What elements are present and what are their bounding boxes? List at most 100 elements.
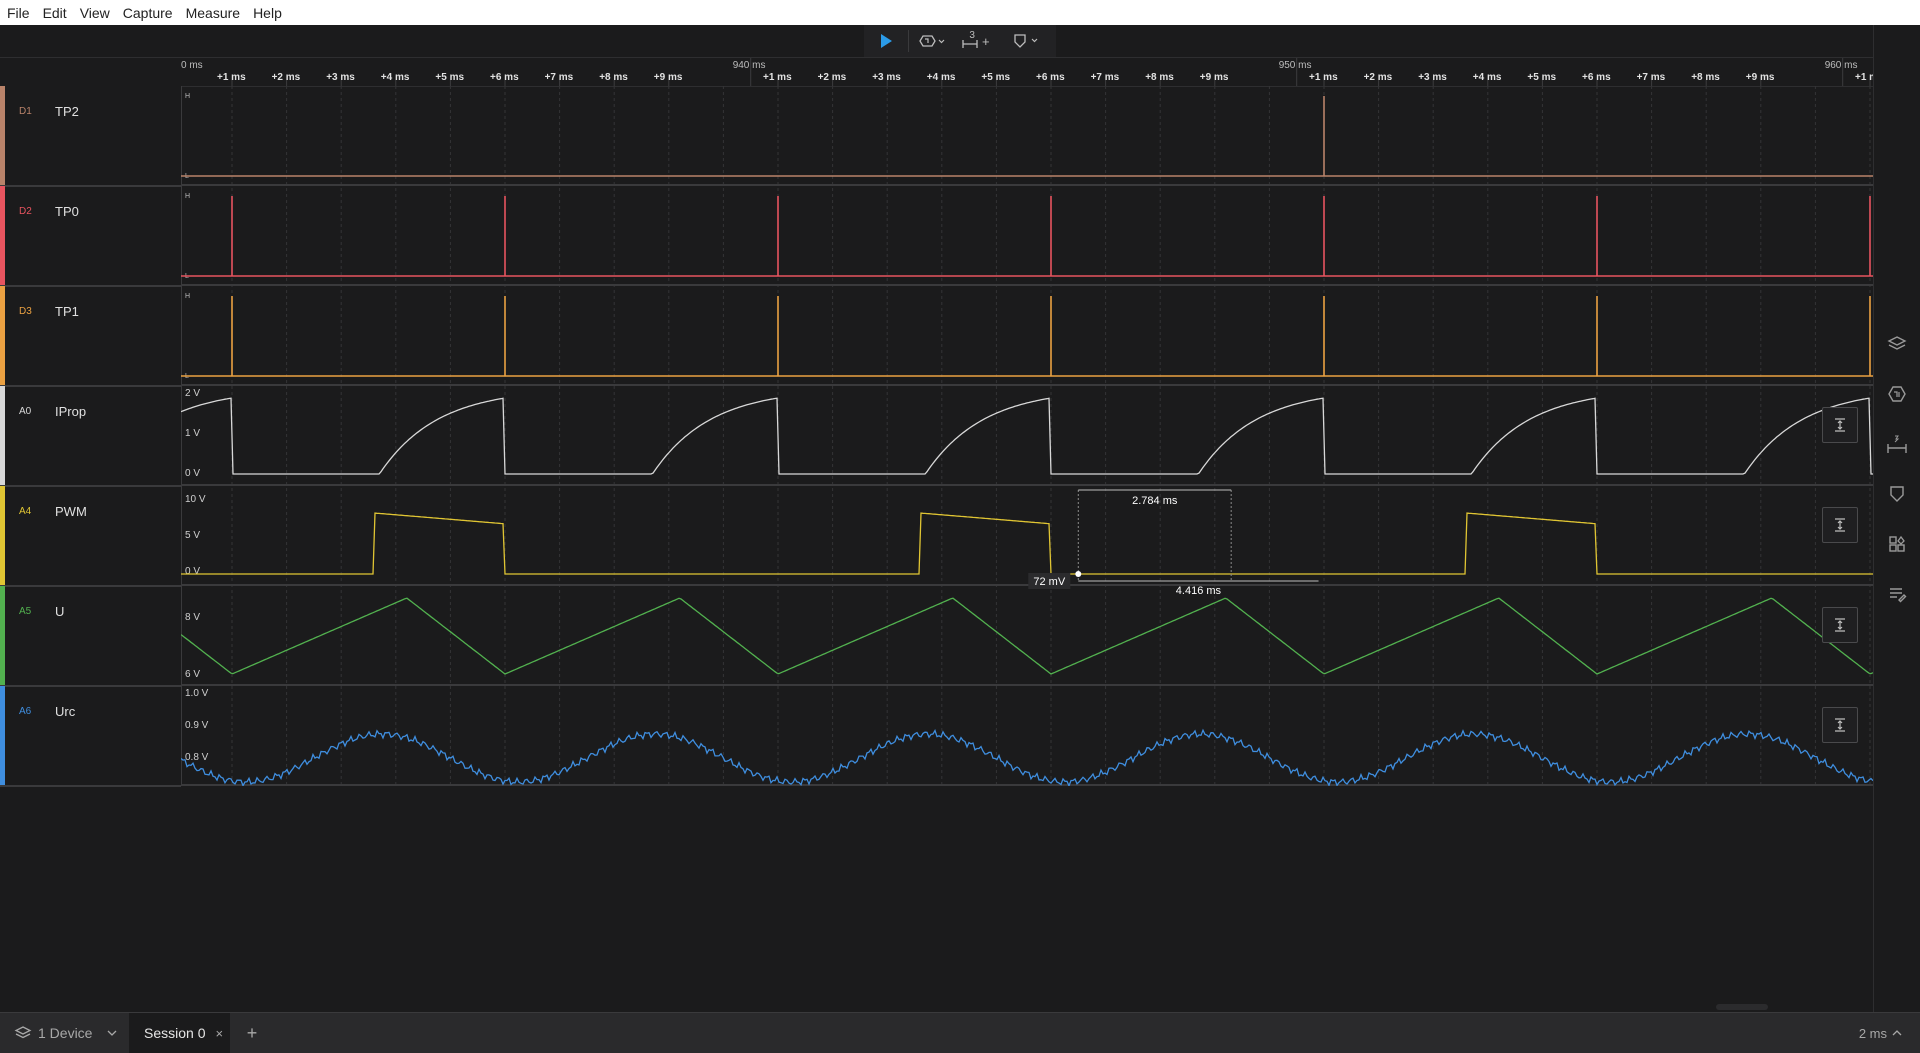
analog-trace	[180, 728, 1874, 788]
measure-period-label: 4.416 ms	[1176, 585, 1222, 597]
ruler-major-label: 950 ms	[1279, 60, 1312, 71]
timing-marker-add: +	[981, 33, 990, 49]
chevron-down-icon	[108, 1030, 117, 1036]
menu-edit[interactable]: Edit	[37, 5, 73, 21]
ruler-minor-label: +7 ms	[1637, 72, 1666, 83]
start-capture-button[interactable]	[864, 25, 908, 57]
trigger-settings-icon	[919, 35, 945, 47]
ruler-minor-label: +4 ms	[1473, 72, 1502, 83]
analog-trace	[180, 397, 1873, 475]
waveform-view[interactable]: HLHLHL2 V1 V0 V10 V5 V0 V8 V6 V1.0 V0.9 …	[180, 86, 1874, 788]
extensions-panel-button[interactable]	[1886, 533, 1908, 555]
marker-icon	[1890, 486, 1904, 502]
horizontal-scrollbar[interactable]	[1716, 1004, 1768, 1010]
ruler-major-label: 940 ms	[733, 60, 766, 71]
ruler-minor-label: +6 ms	[1036, 72, 1065, 83]
waveform-empty-area[interactable]	[181, 786, 1873, 1011]
channel-id: D3	[19, 306, 32, 317]
markers-panel-button[interactable]	[1886, 483, 1908, 505]
ruler-minor-label: +9 ms	[654, 72, 683, 83]
ruler-ticks: 0 ms 940 ms 950 ms 960 ms +1 ms +2 ms +3 ms +4 …	[176, 58, 1884, 86]
channel-name[interactable]: TP2	[55, 104, 79, 119]
add-session-button[interactable]: +	[240, 1013, 264, 1053]
channel-row-tp0[interactable]: D2 TP0	[0, 186, 181, 287]
timing-markers-panel-button[interactable]	[1886, 433, 1908, 455]
menu-file[interactable]: File	[1, 5, 36, 21]
menu-measure[interactable]: Measure	[180, 5, 246, 21]
channel-name[interactable]: Urc	[55, 704, 75, 719]
channel-row-u[interactable]: A5 U	[0, 586, 181, 687]
ruler-minor-label: +5 ms	[435, 72, 464, 83]
analog-scale-label: 0 V	[185, 566, 200, 577]
notes-panel-button[interactable]	[1886, 583, 1908, 605]
ruler-minor-label: +1 ms	[217, 72, 246, 83]
ruler-major-label: 960 ms	[1825, 60, 1858, 71]
channel-row-iprop[interactable]: A0 IProp	[0, 386, 181, 487]
ruler-minor-label: +2 ms	[818, 72, 847, 83]
fit-vertical-icon	[1835, 518, 1845, 532]
fit-iprop-button[interactable]	[1822, 407, 1858, 443]
fit-vertical-icon	[1835, 718, 1845, 732]
ruler-minor-label: +3 ms	[872, 72, 901, 83]
channel-name[interactable]: U	[55, 604, 64, 619]
channel-id: A5	[19, 606, 32, 617]
ruler-minor-label: +8 ms	[1145, 72, 1174, 83]
chevron-up-icon	[1892, 1030, 1902, 1036]
channel-color-stripe	[0, 86, 5, 185]
fit-vertical-icon	[1835, 618, 1845, 632]
channel-list: D1 TP2 D2 TP0 D3 TP1 A0 IProp A4 PWM A5 …	[0, 86, 182, 1011]
zoom-level[interactable]: 2 ms	[1859, 1013, 1902, 1053]
measure-point	[1075, 571, 1082, 577]
channel-color-stripe	[0, 586, 5, 685]
channel-row-pwm[interactable]: A4 PWM	[0, 486, 181, 587]
bottom-bar: 1 Device Session 0 × + 2 ms	[0, 1012, 1920, 1053]
ruler-minor-label: +3 ms	[1418, 72, 1447, 83]
session-tab[interactable]: Session 0 ×	[129, 1013, 230, 1053]
menu-help[interactable]: Help	[247, 5, 288, 21]
ruler-minor-label: +9 ms	[1200, 72, 1229, 83]
device-panel-button[interactable]	[1886, 333, 1908, 355]
analog-scale-label: 0.8 V	[185, 752, 209, 763]
marker-menu-button[interactable]	[1003, 25, 1049, 57]
channel-name[interactable]: IProp	[55, 404, 86, 419]
digital-high-label: H	[185, 93, 190, 100]
ruler-minor-label: +5 ms	[981, 72, 1010, 83]
channel-name[interactable]: TP1	[55, 304, 79, 319]
analog-scale-label: 1.0 V	[185, 688, 209, 699]
fit-pwm-button[interactable]	[1822, 507, 1858, 543]
channel-id: D2	[19, 206, 32, 217]
analog-scale-label: 5 V	[185, 530, 200, 541]
ruler-major-label: 0 ms	[181, 60, 203, 71]
channel-name[interactable]: TP0	[55, 204, 79, 219]
menu-bar: File Edit View Capture Measure Help	[0, 0, 1920, 25]
fit-urc-button[interactable]	[1822, 707, 1858, 743]
right-sidebar	[1873, 25, 1920, 1012]
ruler-minor-label: +3 ms	[326, 72, 355, 83]
device-tab[interactable]: 1 Device	[0, 1013, 126, 1053]
channel-color-stripe	[0, 686, 5, 785]
analyzers-panel-button[interactable]	[1886, 383, 1908, 405]
ruler-minor-label: +8 ms	[1691, 72, 1720, 83]
channel-row-urc[interactable]: A6 Urc	[0, 686, 181, 787]
measure-pulse-width-label: 2.784 ms	[1132, 495, 1178, 507]
time-ruler[interactable]: 0 ms 940 ms 950 ms 960 ms +1 ms +2 ms +3 ms +4 …	[176, 58, 1884, 87]
analog-trace	[181, 512, 1873, 575]
ruler-minor-label: +8 ms	[599, 72, 628, 83]
layers-icon	[14, 1026, 32, 1039]
close-session-button[interactable]: ×	[215, 1026, 223, 1041]
channel-id: A0	[19, 406, 32, 417]
add-timing-marker-button[interactable]: 3 +	[955, 25, 1003, 57]
channel-name[interactable]: PWM	[55, 504, 87, 519]
channel-row-tp2[interactable]: D1 TP2	[0, 86, 181, 187]
menu-view[interactable]: View	[74, 5, 116, 21]
menu-capture[interactable]: Capture	[117, 5, 179, 21]
trigger-menu-button[interactable]	[909, 25, 955, 57]
fit-u-button[interactable]	[1822, 607, 1858, 643]
analog-scale-label: 0.9 V	[185, 720, 209, 731]
waveform-canvas: HLHLHL2 V1 V0 V10 V5 V0 V8 V6 V1.0 V0.9 …	[180, 86, 1874, 788]
digital-high-label: H	[185, 193, 190, 200]
channel-row-tp1[interactable]: D3 TP1	[0, 286, 181, 387]
ruler-minor-label: +6 ms	[490, 72, 519, 83]
ruler-minor-label: +2 ms	[272, 72, 301, 83]
ruler-minor-label: +4 ms	[927, 72, 956, 83]
